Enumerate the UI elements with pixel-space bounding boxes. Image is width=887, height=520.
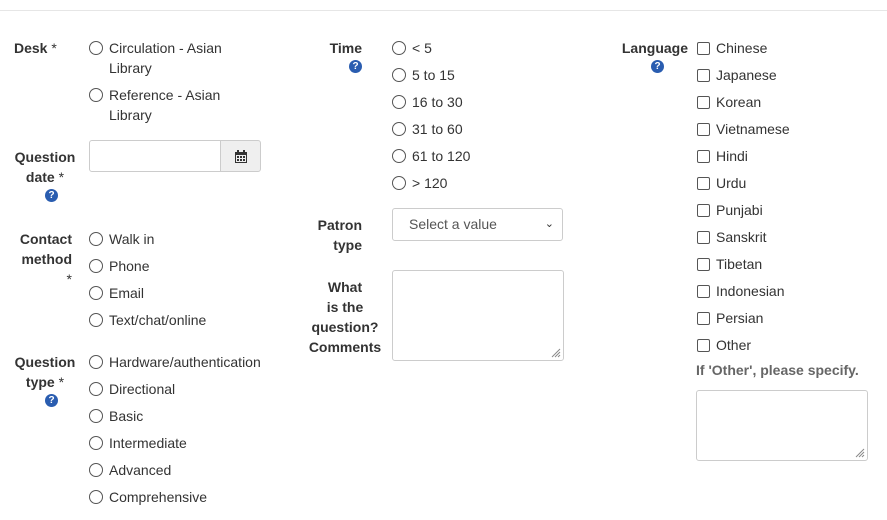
- qtype-directional-label[interactable]: Directional: [109, 379, 175, 399]
- time-gt120-radio[interactable]: [392, 176, 406, 190]
- qtype-hardware-label[interactable]: Hardware/authentication: [109, 352, 261, 372]
- qtype-intermediate-radio[interactable]: [89, 436, 103, 450]
- time-gt120-label[interactable]: > 120: [412, 173, 447, 193]
- desk-label: Desk *: [14, 40, 57, 56]
- lang-punjabi-checkbox[interactable]: [697, 204, 710, 217]
- desk-circulation-label-line2[interactable]: Library: [109, 58, 152, 78]
- contact-email-label[interactable]: Email: [109, 283, 144, 303]
- lang-vietnamese-checkbox[interactable]: [697, 123, 710, 136]
- desk-circulation-label[interactable]: Circulation - Asian: [109, 38, 222, 58]
- contact-phone-label[interactable]: Phone: [109, 256, 149, 276]
- lang-tibetan-label[interactable]: Tibetan: [716, 254, 762, 274]
- question-type-label: Question type *: [14, 354, 76, 390]
- patron-type-select[interactable]: Select a value ⌄: [392, 208, 563, 241]
- qtype-directional-radio[interactable]: [89, 382, 103, 396]
- time-31-60-radio[interactable]: [392, 122, 406, 136]
- question-date-label: Question date *: [14, 149, 76, 185]
- time-label: Time: [329, 40, 362, 56]
- lang-other-label[interactable]: Other: [716, 335, 751, 355]
- contact-text-radio[interactable]: [89, 313, 103, 327]
- lang-punjabi-label[interactable]: Punjabi: [716, 200, 763, 220]
- contact-method-label: Contact method *: [19, 231, 72, 287]
- qtype-hardware-radio[interactable]: [89, 355, 103, 369]
- lang-sanskrit-checkbox[interactable]: [697, 231, 710, 244]
- contact-walk-in-radio[interactable]: [89, 232, 103, 246]
- qtype-basic-label[interactable]: Basic: [109, 406, 143, 426]
- chevron-down-icon: ⌄: [544, 218, 554, 230]
- other-specify-label: If 'Other', please specify.: [696, 362, 859, 378]
- lang-hindi-checkbox[interactable]: [697, 150, 710, 163]
- lang-korean-checkbox[interactable]: [697, 96, 710, 109]
- time-61-120-label[interactable]: 61 to 120: [412, 146, 470, 166]
- time-lt5-label[interactable]: < 5: [412, 38, 432, 58]
- lang-vietnamese-label[interactable]: Vietnamese: [716, 119, 790, 139]
- resize-grip-icon[interactable]: [855, 448, 865, 458]
- lang-urdu-label[interactable]: Urdu: [716, 173, 746, 193]
- qtype-advanced-label[interactable]: Advanced: [109, 460, 171, 480]
- patron-type-label: Patron type: [317, 217, 362, 253]
- question-date-help-icon[interactable]: ?: [45, 189, 58, 202]
- contact-email-radio[interactable]: [89, 286, 103, 300]
- qtype-basic-radio[interactable]: [89, 409, 103, 423]
- lang-korean-label[interactable]: Korean: [716, 92, 761, 112]
- lang-tibetan-checkbox[interactable]: [697, 258, 710, 271]
- qtype-advanced-radio[interactable]: [89, 463, 103, 477]
- lang-chinese-checkbox[interactable]: [697, 42, 710, 55]
- qtype-comprehensive-radio[interactable]: [89, 490, 103, 504]
- question-comments-textarea[interactable]: [392, 270, 564, 361]
- desk-reference-label-line2[interactable]: Library: [109, 105, 152, 125]
- time-16-30-label[interactable]: 16 to 30: [412, 92, 463, 112]
- language-help-icon[interactable]: ?: [651, 60, 664, 73]
- time-16-30-radio[interactable]: [392, 95, 406, 109]
- qtype-comprehensive-label[interactable]: Comprehensive: [109, 487, 207, 507]
- lang-chinese-label[interactable]: Chinese: [716, 38, 767, 58]
- lang-urdu-checkbox[interactable]: [697, 177, 710, 190]
- time-help-icon[interactable]: ?: [349, 60, 362, 73]
- desk-circulation-radio[interactable]: [89, 41, 103, 55]
- lang-hindi-label[interactable]: Hindi: [716, 146, 748, 166]
- calendar-button[interactable]: [220, 140, 261, 172]
- qtype-intermediate-label[interactable]: Intermediate: [109, 433, 187, 453]
- time-31-60-label[interactable]: 31 to 60: [412, 119, 463, 139]
- time-lt5-radio[interactable]: [392, 41, 406, 55]
- question-comments-label: What is the question? Comments: [308, 279, 382, 355]
- lang-indonesian-checkbox[interactable]: [697, 285, 710, 298]
- lang-japanese-label[interactable]: Japanese: [716, 65, 777, 85]
- contact-walk-in-label[interactable]: Walk in: [109, 229, 154, 249]
- lang-persian-checkbox[interactable]: [697, 312, 710, 325]
- lang-other-checkbox[interactable]: [697, 339, 710, 352]
- time-5-15-label[interactable]: 5 to 15: [412, 65, 455, 85]
- time-5-15-radio[interactable]: [392, 68, 406, 82]
- desk-reference-label[interactable]: Reference - Asian: [109, 85, 220, 105]
- lang-japanese-checkbox[interactable]: [697, 69, 710, 82]
- calendar-icon: [235, 150, 247, 163]
- lang-indonesian-label[interactable]: Indonesian: [716, 281, 785, 301]
- top-divider: [0, 10, 887, 11]
- time-61-120-radio[interactable]: [392, 149, 406, 163]
- resize-grip-icon[interactable]: [551, 348, 561, 358]
- lang-sanskrit-label[interactable]: Sanskrit: [716, 227, 767, 247]
- lang-persian-label[interactable]: Persian: [716, 308, 763, 328]
- other-language-textarea[interactable]: [696, 390, 868, 461]
- question-type-help-icon[interactable]: ?: [45, 394, 58, 407]
- patron-type-select-value: Select a value: [409, 216, 497, 232]
- contact-text-label[interactable]: Text/chat/online: [109, 310, 206, 330]
- language-label: Language: [621, 40, 688, 56]
- contact-phone-radio[interactable]: [89, 259, 103, 273]
- desk-reference-radio[interactable]: [89, 88, 103, 102]
